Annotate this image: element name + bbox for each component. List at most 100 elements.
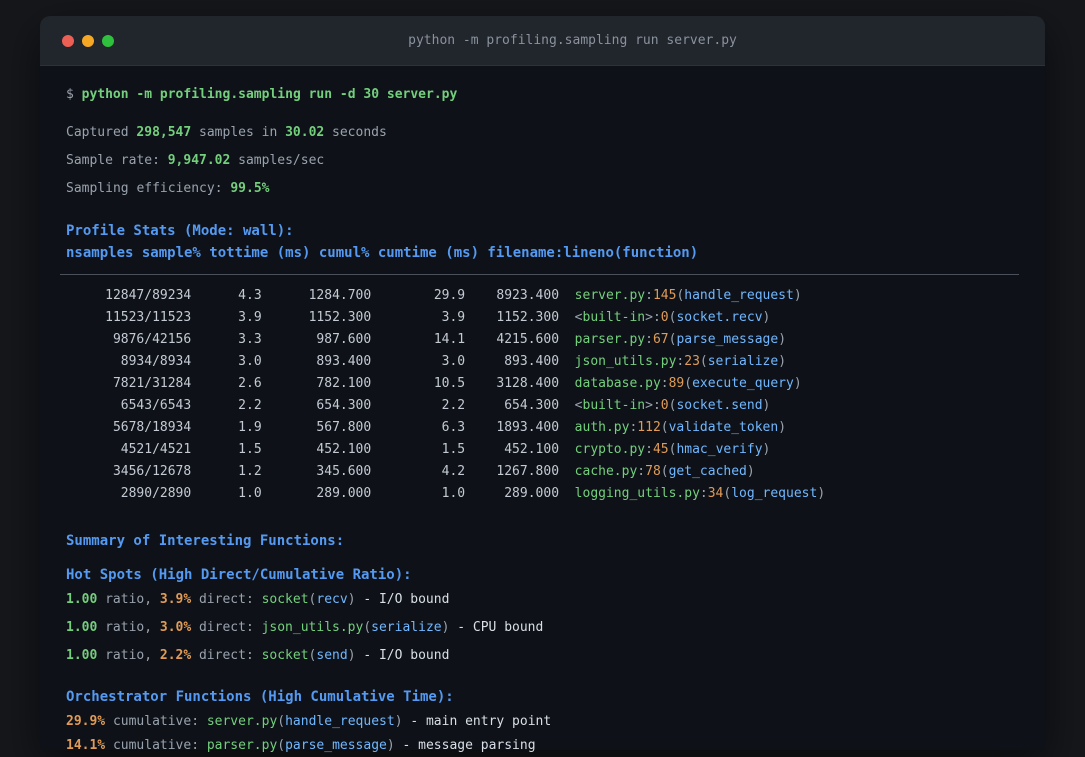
cumulative-pct-value: 14.1%	[66, 738, 106, 753]
stats-row: 4521/4521 1.5 452.100 1.5 452.100 crypto.py:4…	[66, 439, 1019, 461]
file-name: database.py	[574, 376, 661, 391]
command-line: $ python -m profiling.sampling run -d 30…	[66, 84, 1019, 106]
capture-duration: 30.02	[285, 125, 325, 140]
sample-pct-value: 1.9	[238, 420, 262, 435]
line-number: 112	[637, 420, 661, 435]
function-name: parse_message	[676, 332, 779, 347]
samples-count: 298,547	[136, 125, 192, 140]
stats-row: 9876/42156 3.3 987.600 14.1 4215.600 parser.p…	[66, 329, 1019, 351]
function-name: hmac_verify	[676, 442, 763, 457]
cumul-pct-value: 1.0	[441, 486, 466, 501]
maximize-button[interactable]	[102, 35, 114, 47]
function-name: parse_message	[285, 738, 387, 753]
sample-rate-value: 9,947.02	[167, 153, 231, 168]
function-name: log_request	[731, 486, 818, 501]
file-name: server.py	[574, 288, 646, 303]
cumul-pct-value: 3.0	[441, 354, 466, 369]
ratio-value: 1.00	[66, 620, 98, 635]
cumtime-value: 1152.300	[496, 310, 560, 325]
function-location: socket(recv)	[261, 592, 356, 607]
nsamples-value: 4521/4521	[120, 442, 192, 457]
stats-row: 7821/31284 2.6 782.100 10.5 3128.400 database…	[66, 373, 1019, 395]
stats-row: 6543/6543 2.2 654.300 2.2 654.300 <built-in>:…	[66, 395, 1019, 417]
bound-note: - I/O bound	[363, 648, 450, 663]
cumtime-value: 3128.400	[496, 376, 560, 391]
window-title: python -m profiling.sampling run server.…	[408, 33, 737, 48]
titlebar[interactable]: python -m profiling.sampling run server.…	[40, 16, 1045, 66]
function-location: server.py:145(handle_request)	[574, 288, 802, 303]
function-name: get_cached	[668, 464, 747, 479]
file-name: json_utils.py	[261, 620, 364, 635]
orchestrator-line: 29.9% cumulative: server.py(handle_request…	[66, 711, 1019, 733]
orchestrator-title: Orchestrator Functions (High Cumulative …	[66, 689, 454, 705]
cumul-pct-value: 3.9	[441, 310, 466, 325]
file-name: parser.py	[206, 738, 278, 753]
sample-rate-label: Sample rate:	[66, 153, 160, 168]
line-number: 23	[684, 354, 700, 369]
tottime-value: 452.100	[316, 442, 372, 457]
cumul-pct-value: 4.2	[441, 464, 466, 479]
function-name: handle_request	[285, 714, 395, 729]
command-text: python -m profiling.sampling run -d 30 s…	[81, 87, 458, 102]
nsamples-value: 8934/8934	[120, 354, 192, 369]
terminal-window: python -m profiling.sampling run server.…	[40, 16, 1045, 753]
captured-label: Captured	[66, 125, 129, 140]
sample-pct-value: 1.0	[238, 486, 262, 501]
line-number: 67	[652, 332, 669, 347]
sample-pct-value: 4.3	[238, 288, 262, 303]
bound-note: - I/O bound	[363, 592, 450, 607]
nsamples-value: 5678/18934	[112, 420, 192, 435]
direct-pct-value: 2.2%	[159, 648, 192, 663]
function-name: send	[316, 648, 348, 663]
terminal-content[interactable]: $ python -m profiling.sampling run -d 30…	[40, 66, 1045, 757]
file-name: crypto.py	[574, 442, 646, 457]
cumtime-value: 8923.400	[496, 288, 560, 303]
hot-spots-list: 1.00 ratio, 3.9% direct: socket(recv) - I/O b…	[66, 589, 1019, 667]
table-divider	[60, 274, 1019, 275]
profile-stats-title: Profile Stats (Mode: wall):	[66, 223, 294, 239]
function-location: cache.py:78(get_cached)	[574, 464, 755, 479]
cumtime-value: 654.300	[504, 398, 560, 413]
function-location: parser.py:67(parse_message)	[574, 332, 787, 347]
orchestrator-note: - main entry point	[410, 714, 552, 729]
captured-suffix: seconds	[332, 125, 387, 140]
function-name: recv	[316, 592, 348, 607]
cumtime-value: 893.400	[504, 354, 560, 369]
hot-spot-line: 1.00 ratio, 3.0% direct: json_utils.py(seria…	[66, 617, 1019, 639]
tottime-value: 567.800	[316, 420, 372, 435]
nsamples-value: 2890/2890	[120, 486, 192, 501]
function-name: validate_token	[668, 420, 779, 435]
tottime-value: 654.300	[316, 398, 372, 413]
stats-rows: 12847/89234 4.3 1284.700 29.9 8923.400 server…	[66, 285, 1019, 505]
function-location: parser.py(parse_message)	[206, 738, 395, 753]
cumtime-value: 452.100	[504, 442, 560, 457]
captured-line: Captured 298,547 samples in 30.02 second…	[66, 122, 1019, 144]
stats-row: 3456/12678 1.2 345.600 4.2 1267.800 cache.py:…	[66, 461, 1019, 483]
line-number: 78	[645, 464, 661, 479]
file-name: json_utils.py	[574, 354, 677, 369]
file-name: cache.py	[574, 464, 638, 479]
tottime-value: 289.000	[316, 486, 372, 501]
function-name: socket.send	[676, 398, 763, 413]
function-location: socket(send)	[261, 648, 356, 663]
cumul-pct-value: 14.1	[433, 332, 466, 347]
tottime-value: 1152.300	[308, 310, 372, 325]
close-button[interactable]	[62, 35, 74, 47]
orchestrator-note: - message parsing	[402, 738, 536, 753]
hot-spots-title: Hot Spots (High Direct/Cumulative Ratio)…	[66, 567, 412, 583]
nsamples-value: 11523/11523	[105, 310, 192, 325]
stats-row: 5678/18934 1.9 567.800 6.3 1893.400 auth.py:1…	[66, 417, 1019, 439]
file-name: server.py	[206, 714, 278, 729]
line-number: 89	[668, 376, 685, 391]
minimize-button[interactable]	[82, 35, 94, 47]
line-number: 145	[652, 288, 677, 303]
function-location: <built-in>:0(socket.send)	[574, 398, 771, 413]
sample-pct-value: 3.3	[238, 332, 262, 347]
sample-rate-unit: samples/sec	[238, 153, 325, 168]
cumul-pct-value: 2.2	[441, 398, 466, 413]
function-name: serialize	[707, 354, 779, 369]
sample-pct-value: 2.6	[238, 376, 262, 391]
function-location: crypto.py:45(hmac_verify)	[574, 442, 771, 457]
efficiency-label: Sampling efficiency:	[66, 181, 223, 196]
cumul-pct-value: 10.5	[433, 376, 466, 391]
